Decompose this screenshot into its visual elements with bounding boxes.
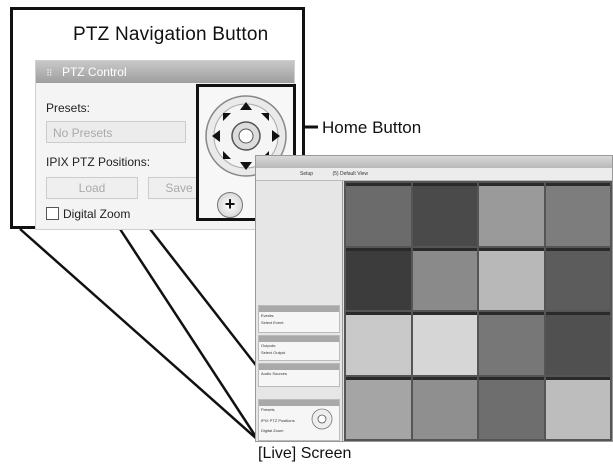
ipix-positions-label: IPIX PTZ Positions:	[46, 155, 151, 169]
ptz-section: Presets IPIX PTZ Positions Digital Zoom	[258, 399, 340, 441]
live-sidebar: Events: Select Event Outputs: Select Out…	[256, 181, 343, 441]
load-button[interactable]: Load	[46, 177, 138, 199]
home-button-label: Home Button	[322, 118, 422, 137]
camera-tile[interactable]	[479, 183, 544, 246]
camera-tile[interactable]	[412, 183, 477, 246]
camera-tile[interactable]	[545, 183, 610, 246]
presets-select[interactable]: No Presets	[46, 121, 186, 143]
mini-ptz-navigation-pad[interactable]	[311, 408, 333, 430]
ptz-navigation-button-label: PTZ Navigation Button	[73, 24, 269, 45]
camera-tile[interactable]	[412, 247, 477, 310]
view-select[interactable]: (5) Default View	[332, 171, 367, 177]
camera-tile[interactable]	[545, 247, 610, 310]
outputs-select[interactable]: Select Output	[259, 349, 339, 356]
camera-tile[interactable]	[479, 312, 544, 375]
camera-tile[interactable]	[412, 376, 477, 439]
camera-tile[interactable]	[346, 312, 411, 375]
events-section: Events: Select Event	[258, 305, 340, 333]
camera-tile[interactable]	[346, 183, 411, 246]
camera-tile[interactable]	[479, 376, 544, 439]
setup-button[interactable]: Setup	[300, 171, 313, 177]
camera-tile[interactable]	[346, 376, 411, 439]
ptz-panel-header: ⠿ PTZ Control	[36, 61, 294, 83]
audio-section: Audio Sources	[258, 363, 340, 387]
events-select[interactable]: Select Event	[259, 319, 339, 326]
home-icon	[238, 128, 254, 144]
live-screen-caption: [Live] Screen	[258, 445, 352, 462]
camera-tile[interactable]	[346, 247, 411, 310]
audio-sources-label: Audio Sources	[261, 371, 288, 376]
events-label: Events:	[261, 313, 275, 318]
drag-handle-icon[interactable]: ⠿	[46, 68, 53, 78]
zoom-in-button[interactable]: +	[217, 192, 243, 218]
digital-zoom-label: Digital Zoom	[63, 207, 131, 221]
window-titlebar	[256, 156, 612, 168]
ptz-panel-title: PTZ Control	[61, 65, 127, 79]
camera-tile[interactable]	[412, 312, 477, 375]
digital-zoom-checkbox[interactable]: Digital Zoom	[46, 207, 130, 221]
camera-tile[interactable]	[545, 376, 610, 439]
live-screen: Setup (5) Default View Events: Select Ev…	[255, 155, 613, 442]
checkbox-icon[interactable]	[46, 207, 59, 220]
toolbar: Setup (5) Default View	[256, 168, 612, 181]
outputs-label: Outputs:	[261, 343, 277, 348]
camera-tile[interactable]	[545, 312, 610, 375]
camera-tile[interactable]	[479, 247, 544, 310]
outputs-section: Outputs: Select Output	[258, 335, 340, 361]
presets-label: Presets:	[46, 101, 91, 115]
camera-grid	[344, 181, 612, 441]
